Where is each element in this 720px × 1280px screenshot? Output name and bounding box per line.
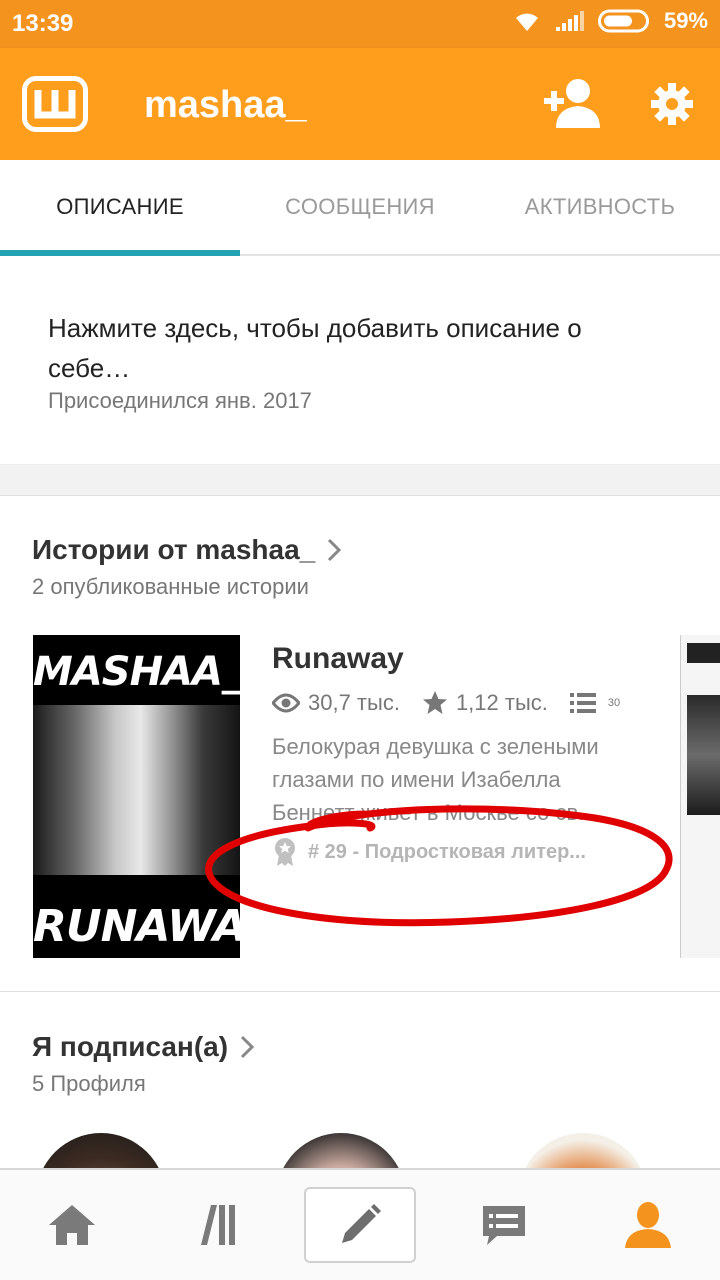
story-description: Белокурая девушка с зелеными глазами по … [272,734,599,825]
about-section: Нажмите здесь, чтобы добавить описание о… [0,258,720,464]
eye-icon [272,693,300,713]
votes-stat: 1,12 тыс. [422,690,548,716]
parts-stat: 30 [569,692,621,714]
avatar[interactable] [518,1133,648,1170]
status-time: 13:39 [12,10,74,37]
nav-library[interactable] [144,1170,288,1280]
following-header[interactable]: Я подписан(а) [32,1031,255,1063]
profile-tabs: ОПИСАНИЕ СООБЩЕНИЯ АКТИВНОСТЬ [0,160,720,256]
stories-title: Истории от mashaa_ [32,534,316,565]
messages-icon [483,1206,525,1245]
stories-count: 2 опубликованные истории [32,574,309,599]
next-story-cover[interactable] [680,635,720,958]
section-divider [0,464,720,496]
following-section: Я подписан(а) 5 Профиля [0,993,720,1170]
wattpad-logo[interactable] [22,76,88,132]
following-count: 5 Профиля [32,1071,146,1096]
nav-profile[interactable] [576,1170,720,1280]
avatar[interactable] [276,1133,406,1170]
story-card[interactable]: Runaway 30,7 тыс. 1,12 тыс. 30 Белокурая… [272,642,652,867]
settings-gear-icon[interactable] [650,82,694,126]
stories-section: Истории от mashaa_ 2 опубликованные исто… [0,496,720,992]
cover-photo [33,705,240,875]
views-count: 30,7 тыс. [308,690,400,715]
tab-activity[interactable]: АКТИВНОСТЬ [480,160,720,254]
wifi-icon [515,13,538,31]
battery-percent: 59% [663,8,708,33]
following-title: Я подписан(а) [32,1031,229,1062]
signal-icon [555,11,584,31]
cover-bottom-text: RUNAWAY [33,901,240,952]
avatar[interactable] [36,1133,166,1170]
rank-text: # 29 - Подростковая литер... [308,840,586,863]
home-icon [49,1205,95,1245]
stories-header[interactable]: Истории от mashaa_ [32,534,342,566]
chevron-right-icon [241,1035,255,1059]
chevron-right-icon [328,538,342,562]
add-description-prompt[interactable]: Нажмите здесь, чтобы добавить описание о… [48,308,668,388]
cover-top-text: MASHAA_ [33,649,240,695]
app-bar: mashaa_ [0,48,720,160]
tab-description[interactable]: ОПИСАНИЕ [0,160,240,256]
status-bar: 13:39 59% [0,0,720,48]
story-rank[interactable]: # 29 - Подростковая литер... [272,837,652,867]
logo-w-icon [34,90,76,119]
nav-home[interactable] [0,1170,144,1280]
tab-messages[interactable]: СООБЩЕНИЯ [240,160,480,254]
write-button-frame[interactable] [304,1187,416,1263]
nav-write[interactable] [288,1170,432,1280]
parts-count: 30 [607,697,621,709]
add-user-icon[interactable] [542,78,602,130]
story-title[interactable]: Runaway [272,642,652,676]
library-icon [201,1205,235,1245]
story-cover[interactable]: MASHAA_ RUNAWAY [33,635,240,958]
votes-count: 1,12 тыс. [455,690,548,715]
joined-date: Присоединился янв. 2017 [48,388,312,413]
story-stats: 30,7 тыс. 1,12 тыс. 30 [272,690,652,716]
bottom-navigation [0,1168,720,1280]
award-ribbon-icon [275,838,295,866]
profile-username: mashaa_ [144,84,307,126]
nav-messages[interactable] [432,1170,576,1280]
list-icon [569,693,596,713]
pencil-icon [342,1204,381,1243]
star-icon [422,691,447,714]
views-stat: 30,7 тыс. [272,690,400,716]
profile-icon [625,1202,671,1248]
battery-icon [597,9,649,33]
